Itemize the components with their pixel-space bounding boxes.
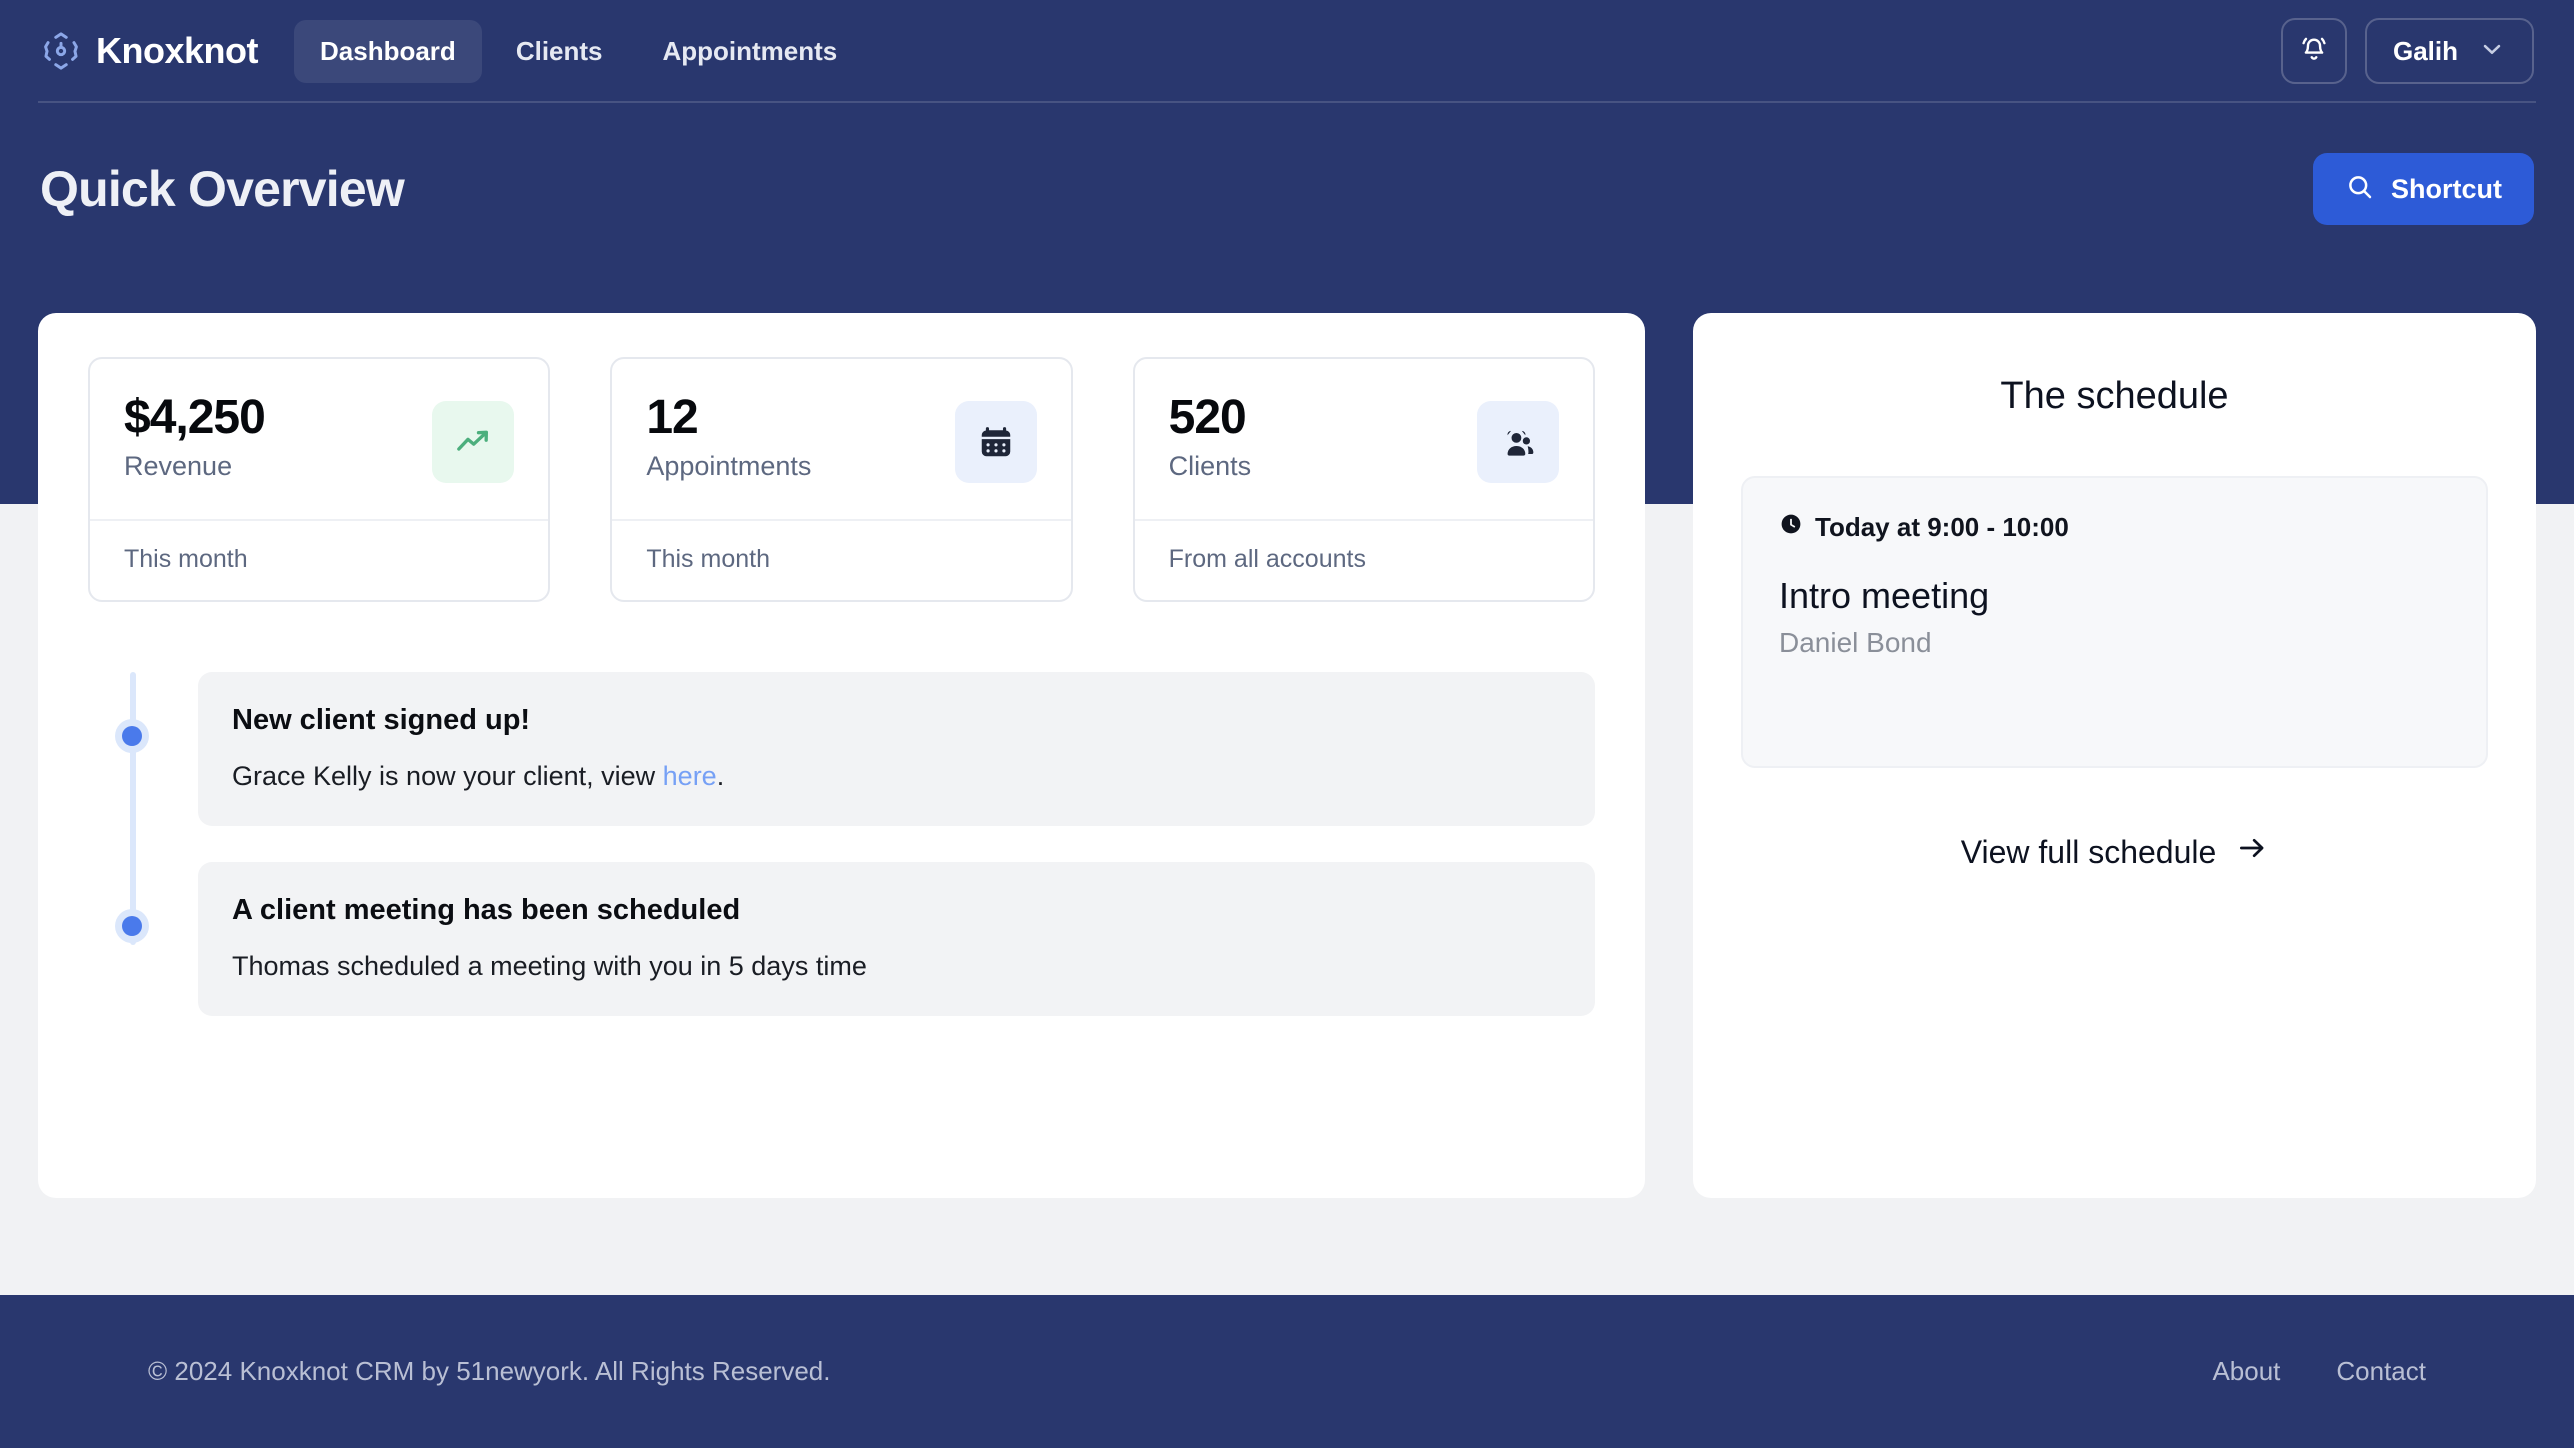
view-full-schedule-link[interactable]: View full schedule bbox=[1961, 832, 2269, 872]
timeline-title: A client meeting has been scheduled bbox=[232, 894, 741, 926]
stat-footer-revenue: This month bbox=[90, 519, 549, 600]
users-icon bbox=[1476, 401, 1559, 483]
chevron-down-icon bbox=[2478, 35, 2506, 68]
schedule-event-card[interactable]: Today at 9:00 - 10:00 Intro meeting Dani… bbox=[1741, 476, 2488, 768]
timeline-description: Grace Kelly is now your client, view her… bbox=[232, 761, 1561, 792]
footer-copyright: © 2024 Knoxknot CRM by 51newyork. All Ri… bbox=[148, 1356, 831, 1386]
schedule-time-text: Today at 9:00 - 10:00 bbox=[1815, 512, 2069, 542]
timeline-here-link[interactable]: here bbox=[663, 761, 717, 791]
user-name: Galih bbox=[2392, 35, 2458, 66]
footer-link-about[interactable]: About bbox=[2212, 1356, 2280, 1387]
schedule-time-row: Today at 9:00 - 10:00 bbox=[1779, 512, 2450, 543]
main-content: $4,250 Revenue This month 12 Appointment… bbox=[38, 313, 2536, 1198]
footer-link-contact[interactable]: Contact bbox=[2336, 1356, 2426, 1387]
user-menu-button[interactable]: Galih bbox=[2364, 18, 2534, 84]
page-footer: © 2024 Knoxknot CRM by 51newyork. All Ri… bbox=[0, 1295, 2574, 1448]
schedule-event-title: Intro meeting bbox=[1779, 575, 1990, 616]
timeline-desc-before: Grace Kelly is now your client, view bbox=[232, 761, 663, 791]
brand-name: Knoxknot bbox=[96, 30, 259, 71]
timeline-card[interactable]: New client signed up! Grace Kelly is now… bbox=[198, 672, 1595, 826]
footer-links: About Contact bbox=[2212, 1356, 2426, 1387]
stat-value-appointments: 12 bbox=[646, 391, 698, 444]
stat-label-revenue: Revenue bbox=[124, 450, 233, 481]
timeline-item: A client meeting has been scheduled Thom… bbox=[115, 862, 1595, 1016]
nav-item-dashboard[interactable]: Dashboard bbox=[294, 19, 482, 83]
stat-card-body: 520 Clients bbox=[1135, 359, 1593, 519]
arrow-right-icon bbox=[2236, 832, 2268, 872]
timeline-desc-after: . bbox=[716, 761, 725, 791]
search-icon bbox=[2345, 172, 2375, 207]
stat-label-clients: Clients bbox=[1168, 450, 1252, 481]
stat-card-revenue[interactable]: $4,250 Revenue This month bbox=[88, 357, 551, 602]
stat-text-group: $4,250 Revenue bbox=[124, 391, 266, 482]
stat-footer-appointments: This month bbox=[612, 519, 1071, 600]
stat-footer-clients: From all accounts bbox=[1134, 519, 1593, 600]
clock-icon bbox=[1779, 512, 1803, 543]
trending-up-icon bbox=[432, 401, 515, 483]
shortcut-label: Shortcut bbox=[2391, 173, 2502, 204]
shortcut-button[interactable]: Shortcut bbox=[2313, 153, 2534, 225]
stat-text-group: 12 Appointments bbox=[646, 391, 811, 482]
timeline-title: New client signed up! bbox=[232, 704, 531, 736]
timeline-item: New client signed up! Grace Kelly is now… bbox=[115, 672, 1595, 826]
nav-item-clients[interactable]: Clients bbox=[490, 20, 629, 83]
timeline-desc-before: Thomas scheduled a meeting with you in 5… bbox=[232, 951, 867, 981]
stat-cards-row: $4,250 Revenue This month 12 Appointment… bbox=[88, 357, 1595, 602]
stat-text-group: 520 Clients bbox=[1169, 391, 1252, 482]
timeline-rail bbox=[130, 672, 136, 945]
nav-links: Dashboard Clients Appointments bbox=[294, 19, 864, 83]
bell-icon bbox=[2298, 33, 2330, 70]
notifications-button[interactable] bbox=[2280, 18, 2347, 84]
nav-item-appointments[interactable]: Appointments bbox=[637, 20, 864, 83]
stat-value-clients: 520 bbox=[1168, 391, 1247, 444]
stat-card-body: 12 Appointments bbox=[612, 359, 1070, 519]
activity-timeline: New client signed up! Grace Kelly is now… bbox=[88, 672, 1595, 1016]
timeline-description: Thomas scheduled a meeting with you in 5… bbox=[232, 951, 1561, 982]
stat-card-clients[interactable]: 520 Clients From all accounts bbox=[1132, 357, 1595, 602]
stat-card-body: $4,250 Revenue bbox=[90, 359, 548, 519]
hero-row: Quick Overview Shortcut bbox=[0, 102, 2574, 276]
overview-panel: $4,250 Revenue This month 12 Appointment… bbox=[38, 313, 1645, 1198]
orbit-nodes-icon bbox=[40, 30, 82, 72]
timeline-dot-icon bbox=[115, 909, 149, 943]
nav-right-group: Galih bbox=[2280, 18, 2534, 84]
stat-label-appointments: Appointments bbox=[646, 450, 812, 481]
schedule-panel: The schedule Today at 9:00 - 10:00 Intro… bbox=[1693, 313, 2536, 1198]
schedule-event-person: Daniel Bond bbox=[1779, 627, 1932, 658]
top-navigation-bar: Knoxknot Dashboard Clients Appointments … bbox=[0, 0, 2574, 102]
brand[interactable]: Knoxknot bbox=[40, 30, 259, 72]
page-title: Quick Overview bbox=[40, 161, 405, 217]
stat-card-appointments[interactable]: 12 Appointments This month bbox=[610, 357, 1073, 602]
schedule-panel-title: The schedule bbox=[2000, 375, 2229, 417]
timeline-dot-icon bbox=[115, 719, 149, 753]
view-full-schedule-label: View full schedule bbox=[1960, 833, 2217, 870]
calendar-icon bbox=[954, 401, 1037, 483]
timeline-card[interactable]: A client meeting has been scheduled Thom… bbox=[198, 862, 1595, 1016]
stat-value-revenue: $4,250 bbox=[124, 391, 266, 444]
